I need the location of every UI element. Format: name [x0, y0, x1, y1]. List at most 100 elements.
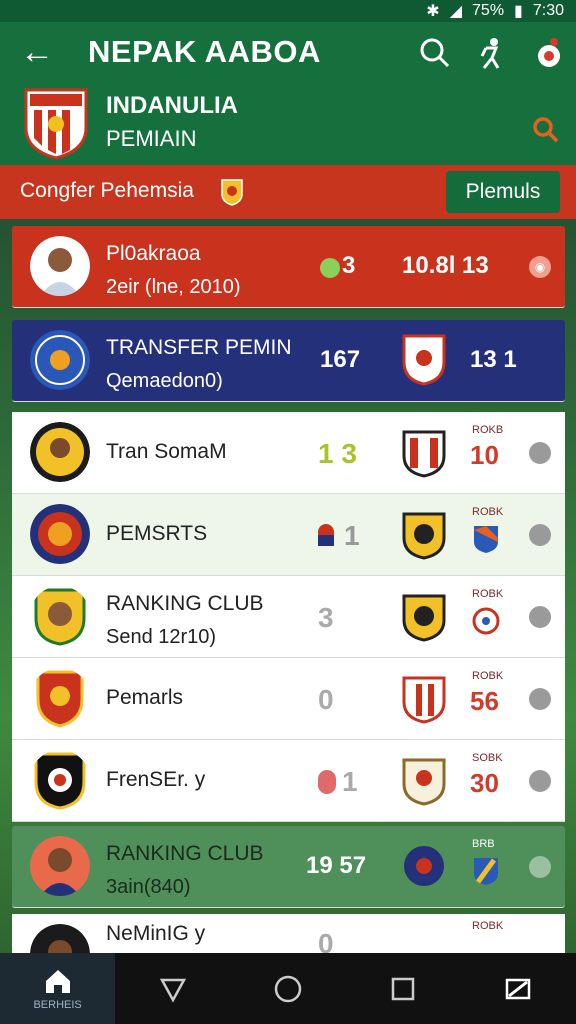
row-name: Pemarls: [106, 686, 184, 709]
list-item[interactable]: Pl0akraoa 2eir (lne, 2010) 3 10.8l 13 ◉: [12, 226, 565, 308]
app-header: ← NEPAK AABOA INDANULIA PEMIAIN: [0, 22, 576, 165]
rank-label: ROBK: [472, 920, 504, 932]
battery-icon: ▮: [514, 3, 523, 20]
row-name: Pl0akraoa: [106, 242, 201, 265]
list-item[interactable]: TRANSFER PEMIN Qemaedon0) 167 13 1: [12, 320, 565, 402]
row-score: 1 3: [318, 438, 357, 469]
club-crest-icon: [404, 846, 444, 886]
rank-label: ROKB: [472, 424, 504, 436]
recents-icon: [391, 977, 415, 1000]
avatar: [30, 836, 90, 896]
avatar: [30, 924, 90, 953]
signal-icon: ◢: [449, 3, 463, 20]
status-bar: ✱ ◢ 75% ▮ 7:30: [0, 0, 576, 22]
back-arrow-icon[interactable]: ←: [20, 35, 56, 72]
banner-text: Congfer Pehemsia: [20, 179, 194, 202]
row-stats: 13 1: [470, 346, 517, 373]
row-name: TRANSFER PEMIN: [106, 336, 292, 359]
row-name: RANKING CLUB: [106, 592, 264, 615]
rank-label: ROBK: [472, 588, 504, 600]
chevron-icon[interactable]: [529, 442, 551, 464]
rank-label: BRB: [472, 838, 495, 850]
avatar: [30, 236, 90, 296]
row-score: 1: [344, 520, 360, 551]
row-score: 1: [342, 766, 358, 797]
row-name: PEMSRTS: [106, 522, 208, 545]
ball-icon: [472, 607, 500, 635]
bluetooth-icon: ✱: [426, 3, 440, 20]
list-item[interactable]: Tran SomaM 1 3 ROKB 10: [12, 412, 565, 494]
chevron-icon[interactable]: [529, 770, 551, 792]
shield-icon: [474, 526, 498, 553]
clock: 7:30: [532, 2, 564, 19]
nav-home-label: BERHEIS: [33, 998, 82, 1011]
switch-icon: [506, 978, 531, 999]
row-score: 167: [320, 346, 361, 373]
app-title: NEPAK AABOA: [88, 34, 321, 69]
row-score: 0: [318, 684, 334, 715]
club-crest-icon: [402, 676, 446, 724]
ball-icon[interactable]: [532, 36, 566, 70]
avatar: [30, 504, 90, 564]
list-item[interactable]: RANKING CLUB 3ain(840) 19 57 BRB: [12, 826, 565, 908]
list-item[interactable]: FrenSEr. y 1 SOBK 30: [12, 740, 565, 822]
players-button[interactable]: Plemuls: [446, 171, 560, 213]
medal-icon: [318, 770, 336, 794]
chevron-icon[interactable]: [529, 524, 551, 546]
nav-home-circle[interactable]: [230, 953, 345, 1024]
nav-home[interactable]: BERHEIS: [0, 953, 116, 1024]
nav-back[interactable]: [115, 953, 230, 1024]
rank-number: 30: [470, 768, 499, 798]
avatar: [30, 750, 90, 810]
search-icon[interactable]: [418, 36, 452, 70]
row-sub: 3ain(840): [106, 876, 191, 898]
rank-label: SOBK: [472, 752, 503, 764]
row-name: RANKING CLUB: [106, 842, 264, 865]
club-subtitle: PEMIAIN: [106, 126, 197, 151]
row-stats: 10.8l 13: [402, 252, 489, 279]
badge-icon: [221, 179, 243, 206]
chevron-icon[interactable]: ◉: [529, 256, 551, 278]
chevron-icon[interactable]: [529, 688, 551, 710]
row-name: Tran SomaM: [106, 440, 227, 463]
chevron-icon[interactable]: [529, 856, 551, 878]
row-sub: Qemaedon0): [106, 370, 223, 392]
battery-text: 75%: [472, 2, 505, 19]
bottom-navigation: BERHEIS: [0, 953, 576, 1024]
rank-label: ROBK: [472, 670, 504, 682]
club-name: INDANULIA: [106, 92, 238, 119]
player-icon[interactable]: [474, 36, 508, 70]
avatar: [30, 422, 90, 482]
avatar: [30, 330, 90, 390]
rank-number: 10: [470, 440, 499, 470]
row-name: FrenSEr. y: [106, 768, 206, 791]
back-triangle-icon: [159, 978, 186, 1003]
circle-icon: [320, 258, 340, 278]
row-score: 3: [342, 252, 356, 279]
club-crest-icon: [402, 334, 446, 386]
avatar: [30, 586, 90, 646]
list-item[interactable]: RANKING CLUB Send 12r10) 3 ROBK: [12, 576, 565, 658]
club-crest-icon: [24, 88, 88, 160]
list-item[interactable]: NeMinIG y 0 ROBK: [12, 914, 565, 954]
flag-icon: [318, 524, 334, 546]
nav-recents[interactable]: [346, 953, 461, 1024]
shield-icon: [474, 858, 498, 885]
club-crest-icon: [402, 594, 446, 642]
row-score: 19 57: [306, 852, 367, 879]
transfer-banner: Congfer Pehemsia Plemuls: [0, 165, 576, 219]
home-circle-icon: [274, 975, 302, 1002]
row-sub: 2eir (lne, 2010): [106, 276, 241, 298]
list-item[interactable]: Pemarls 0 ROBK 56: [12, 658, 565, 740]
search-icon[interactable]: [530, 114, 560, 144]
club-crest-icon: [402, 512, 446, 560]
row-sub: Send 12r10): [106, 626, 217, 648]
rank-label: ROBK: [472, 506, 504, 518]
chevron-icon[interactable]: [529, 606, 551, 628]
list-item[interactable]: PEMSRTS 1 ROBK: [12, 494, 565, 576]
avatar: [30, 668, 90, 728]
row-score: 0: [318, 928, 334, 954]
row-score: 3: [318, 602, 334, 633]
club-crest-icon: [402, 430, 446, 478]
nav-switch[interactable]: [461, 953, 576, 1024]
